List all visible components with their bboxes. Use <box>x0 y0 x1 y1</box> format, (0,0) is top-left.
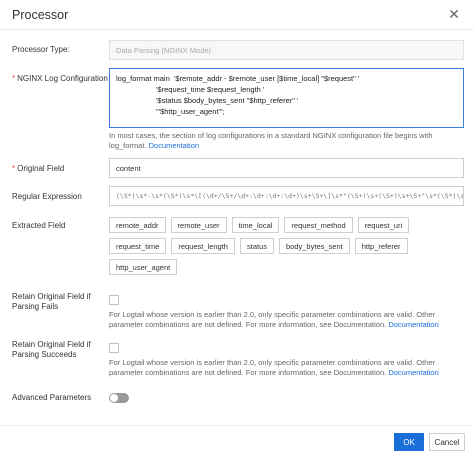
dialog-header: Processor ✕ <box>0 0 474 30</box>
nginx-config-line: '$request_time $request_length ' <box>156 85 265 94</box>
nginx-config-textarea[interactable]: log_format main '$remote_addr - $remote_… <box>109 68 464 128</box>
retain-fail-doc-link[interactable]: Documentation <box>388 320 438 329</box>
field-tag: request_time <box>109 238 167 254</box>
field-tag: status <box>239 238 274 254</box>
nginx-config-line: log_format main '$remote_addr - $remote_… <box>116 74 360 83</box>
advanced-control <box>109 393 464 403</box>
regex-label: Regular Expression <box>12 192 82 201</box>
footer-divider <box>0 425 474 426</box>
retain-fail-checkbox[interactable] <box>109 295 119 305</box>
extracted-field-tags: remote_addr remote_user time_local reque… <box>109 217 469 275</box>
nginx-config-line: '$status $body_bytes_sent "$http_referer… <box>156 96 299 105</box>
field-tag: request_method <box>284 217 353 233</box>
field-tag: http_user_agent <box>109 259 178 275</box>
retain-fail-label: Retain Original Field if Parsing Fails <box>12 292 91 311</box>
processor-dialog: Processor ✕ Processor Type: Data Parsing… <box>0 0 474 458</box>
advanced-label: Advanced Parameters <box>12 393 92 402</box>
original-field-label: * Original Field <box>12 164 65 173</box>
field-tag: remote_user <box>170 217 227 233</box>
retain-success-checkbox[interactable] <box>109 343 119 353</box>
retain-success-label: Retain Original Field if Parsing Succeed… <box>12 340 91 359</box>
retain-success-control <box>109 343 464 353</box>
processor-type-select: Data Parsing (NGINX Mode) <box>109 40 464 60</box>
original-field-input[interactable]: content <box>109 158 464 178</box>
close-icon[interactable]: ✕ <box>446 6 462 23</box>
nginx-config-line: '"$http_user_agent"'; <box>156 107 225 116</box>
field-tag: http_referer <box>354 238 408 254</box>
advanced-toggle[interactable] <box>109 393 129 403</box>
ok-button[interactable]: OK <box>394 433 424 451</box>
field-tag: remote_addr <box>109 217 166 233</box>
processor-type-label: Processor Type: <box>12 45 70 54</box>
field-tag: request_uri <box>357 217 410 233</box>
field-tag: body_bytes_sent <box>279 238 350 254</box>
regex-input[interactable]: (\S*)\s*-\s*(\S*)\s*\[(\d+/\S+/\d+:\d+:\… <box>109 186 464 206</box>
dialog-title: Processor <box>12 7 69 22</box>
toggle-knob <box>110 394 118 402</box>
extracted-field-label: Extracted Field <box>12 221 66 230</box>
processor-type-value: Data Parsing (NGINX Mode) <box>116 45 212 55</box>
nginx-config-label: * NGINX Log Configuration <box>12 74 108 83</box>
nginx-config-doc-link[interactable]: Documentation <box>149 141 199 150</box>
retain-fail-help: For Logtail whose version is earlier tha… <box>109 310 439 329</box>
field-tag: request_length <box>171 238 235 254</box>
cancel-button[interactable]: Cancel <box>429 433 465 451</box>
retain-success-doc-link[interactable]: Documentation <box>388 368 438 377</box>
retain-success-help: For Logtail whose version is earlier tha… <box>109 358 439 377</box>
retain-fail-control <box>109 295 464 305</box>
field-tag: time_local <box>231 217 280 233</box>
nginx-config-help: In most cases, the section of log config… <box>109 131 433 150</box>
